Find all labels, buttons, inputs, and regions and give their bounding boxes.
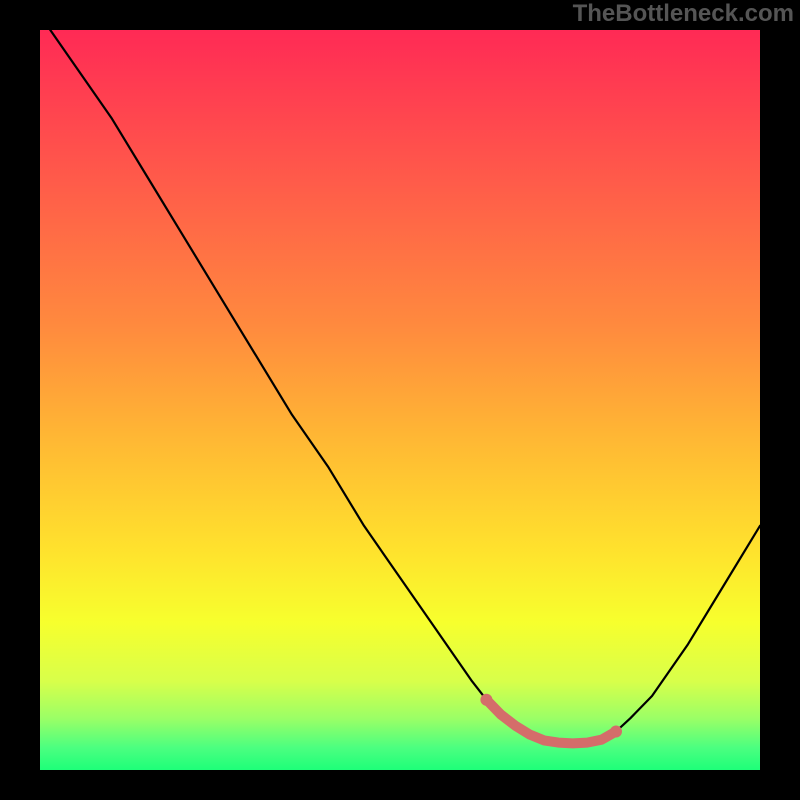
plot-area xyxy=(40,30,760,770)
chart-frame: TheBottleneck.com xyxy=(0,0,800,800)
watermark-text: TheBottleneck.com xyxy=(573,0,794,28)
valley-highlight xyxy=(40,30,760,770)
